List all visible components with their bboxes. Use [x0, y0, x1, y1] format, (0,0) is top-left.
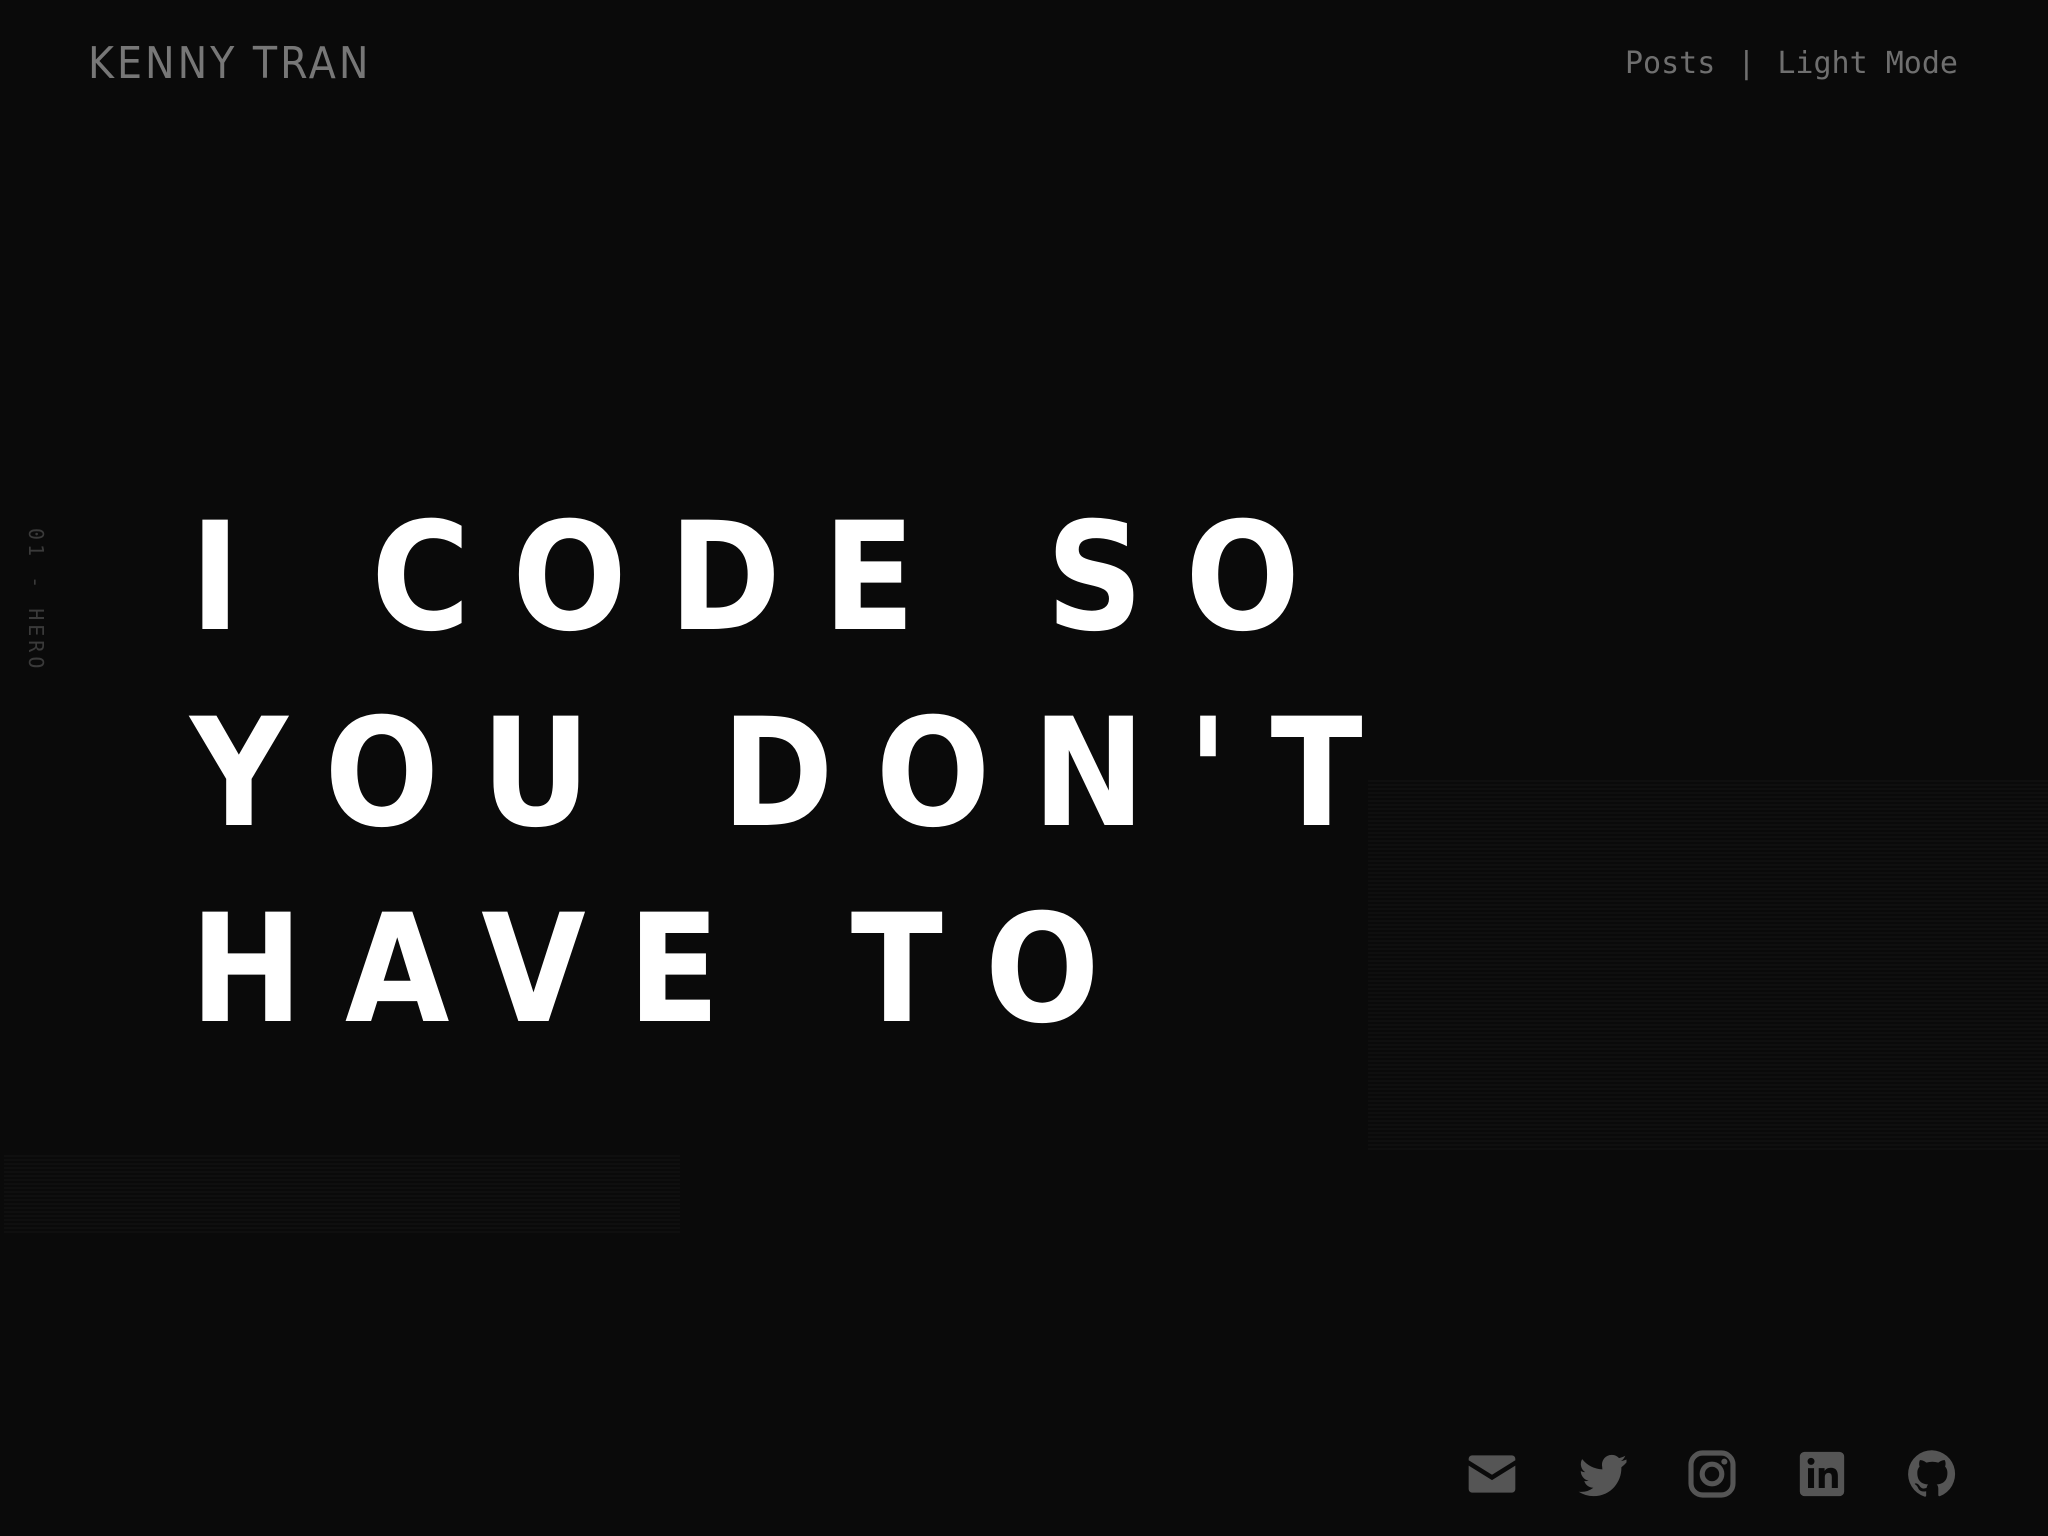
twitter-link[interactable]	[1574, 1446, 1630, 1502]
hero-line-3: HAVE TO	[190, 883, 1142, 1057]
instagram-icon	[1688, 1450, 1736, 1498]
nav-separator: |	[1737, 46, 1756, 81]
instagram-link[interactable]	[1684, 1446, 1740, 1502]
hero-line-1: I CODE SO	[190, 491, 1342, 665]
top-nav: Posts | Light Mode	[1625, 46, 1958, 81]
mail-icon	[1468, 1455, 1516, 1493]
brand-logo-link[interactable]: KENNY TRAN	[88, 38, 371, 89]
github-link[interactable]	[1904, 1446, 1960, 1502]
social-links	[1464, 1446, 1960, 1502]
mail-link[interactable]	[1464, 1446, 1520, 1502]
twitter-icon	[1578, 1454, 1627, 1497]
linkedin-icon	[1799, 1451, 1845, 1497]
hero-heading: I CODE SO YOU DON'T HAVE TO	[190, 480, 1405, 1068]
nav-posts-link[interactable]: Posts	[1625, 46, 1715, 81]
hero-line-2: YOU DON'T	[190, 687, 1405, 861]
light-mode-toggle[interactable]: Light Mode	[1777, 46, 1958, 81]
linkedin-link[interactable]	[1794, 1446, 1850, 1502]
github-icon	[1908, 1450, 1956, 1497]
background-texture-block	[1368, 778, 2048, 1150]
section-label: 01 - HERO	[24, 528, 48, 673]
background-texture-strip	[4, 1155, 680, 1233]
